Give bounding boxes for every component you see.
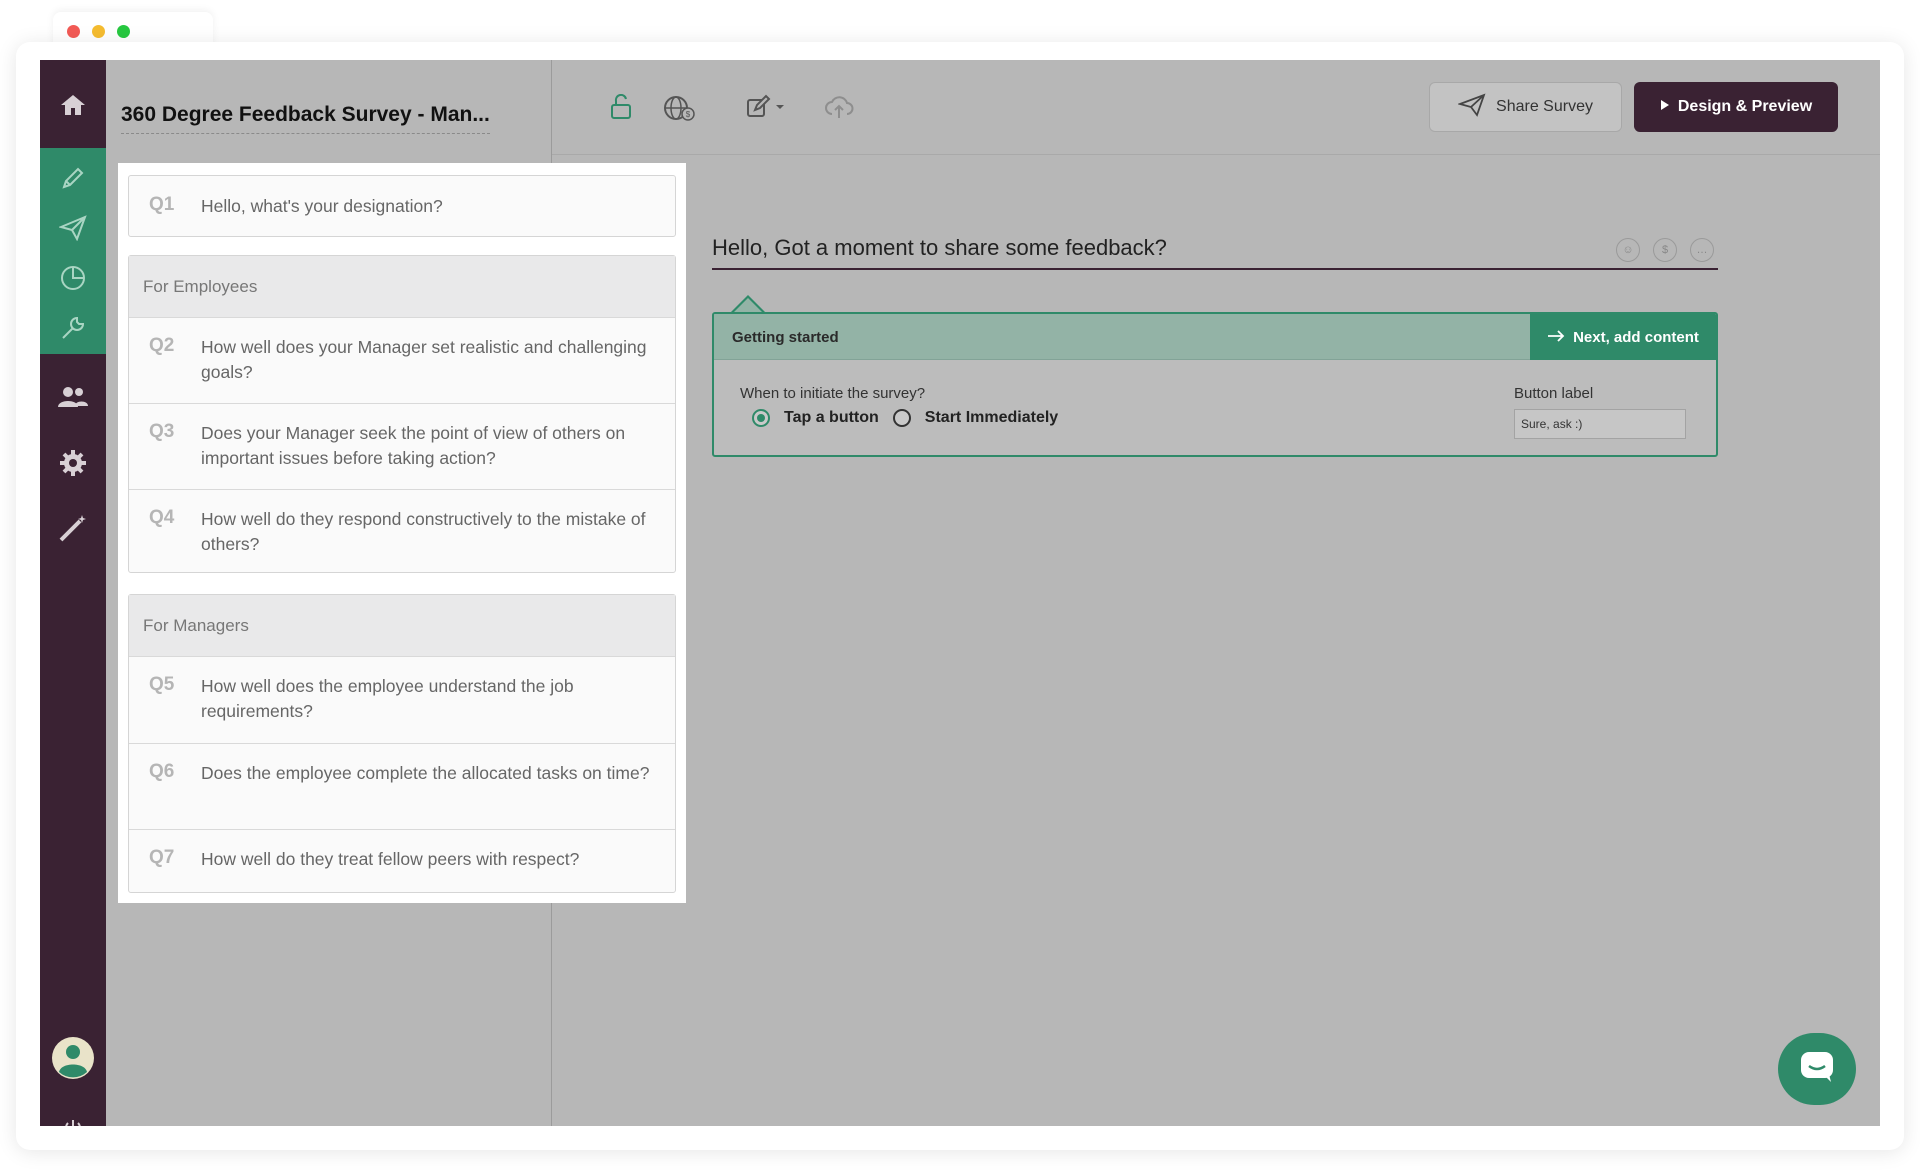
chat-icon xyxy=(1799,1050,1835,1089)
welcome-question-heading[interactable]: Hello, Got a moment to share some feedba… xyxy=(712,227,1718,270)
question-text: How well does your Manager set realistic… xyxy=(201,337,647,382)
getting-started-header: Getting started Next, add content xyxy=(714,314,1716,360)
side-nav xyxy=(40,60,106,1126)
nav-integrations[interactable] xyxy=(40,303,106,353)
button-label-input[interactable]: Sure, ask :) xyxy=(1514,409,1686,439)
chat-support-button[interactable] xyxy=(1778,1033,1856,1105)
question-card-q1[interactable]: Q1 Hello, what's your designation? xyxy=(128,175,676,237)
magic-wand-icon xyxy=(58,513,88,543)
browser-frame: 360 Degree Feedback Survey - Man... $ Sh… xyxy=(16,42,1904,1150)
paper-plane-icon xyxy=(1457,92,1486,122)
cloud-upload-icon[interactable] xyxy=(824,94,854,125)
question-text: Does your Manager seek the point of view… xyxy=(201,423,626,468)
question-row-q4[interactable]: Q4 How well do they respond constructive… xyxy=(129,489,675,572)
gear-icon xyxy=(59,449,87,477)
section-for-employees: For Employees Q2 How well does your Mana… xyxy=(128,255,676,573)
app-window: 360 Degree Feedback Survey - Man... $ Sh… xyxy=(40,60,1880,1126)
section-title[interactable]: For Managers xyxy=(129,595,675,657)
nav-settings[interactable] xyxy=(40,438,106,488)
radio-start-immediately-label[interactable]: Start Immediately xyxy=(925,409,1058,427)
section-for-managers: For Managers Q5 How well does the employ… xyxy=(128,594,676,893)
question-text: How well do they treat fellow peers with… xyxy=(201,849,580,869)
nav-logout[interactable] xyxy=(40,1103,106,1126)
nav-reports[interactable] xyxy=(40,253,106,303)
window-maximize-dot[interactable] xyxy=(117,25,130,38)
send-icon xyxy=(59,215,87,241)
home-icon xyxy=(60,93,86,117)
next-add-content-button[interactable]: Next, add content xyxy=(1530,314,1716,360)
play-icon xyxy=(1660,98,1670,116)
question-row-q5[interactable]: Q5 How well does the employee understand… xyxy=(129,657,675,743)
welcome-heading-text: Hello, Got a moment to share some feedba… xyxy=(712,235,1167,260)
initiate-survey-label: When to initiate the survey? xyxy=(740,385,926,402)
unlock-icon[interactable] xyxy=(608,93,634,125)
pencil-icon xyxy=(60,165,86,191)
question-row-q7[interactable]: Q7 How well do they treat fellow peers w… xyxy=(129,829,675,892)
radio-start-immediately[interactable] xyxy=(892,409,911,427)
arrow-right-icon xyxy=(1547,329,1565,346)
initiate-survey-options: Tap a button Start Immediately xyxy=(752,409,1072,427)
nav-users[interactable] xyxy=(40,372,106,422)
dollar-icon[interactable]: $ xyxy=(1653,238,1677,262)
question-row-q2[interactable]: Q2 How well does your Manager set realis… xyxy=(129,318,675,403)
users-icon xyxy=(57,386,89,408)
button-label-caption: Button label xyxy=(1514,385,1594,402)
question-list: Q1 Hello, what's your designation? For E… xyxy=(118,163,686,903)
share-survey-label: Share Survey xyxy=(1496,98,1593,115)
emoji-icon[interactable]: ☺ xyxy=(1616,238,1640,262)
power-icon xyxy=(62,1117,84,1126)
question-text: Hello, what's your designation? xyxy=(201,196,443,216)
window-close-dot[interactable] xyxy=(67,25,80,38)
question-number: Q5 xyxy=(149,674,175,695)
next-add-content-label: Next, add content xyxy=(1573,328,1699,346)
wrench-icon xyxy=(59,314,87,342)
svg-text:$: $ xyxy=(686,110,691,119)
nav-edit[interactable] xyxy=(40,153,106,203)
reports-icon xyxy=(59,264,87,292)
survey-title[interactable]: 360 Degree Feedback Survey - Man... xyxy=(121,103,490,134)
more-options-icon[interactable]: … xyxy=(1690,238,1714,262)
nav-magic[interactable] xyxy=(40,503,106,553)
window-minimize-dot[interactable] xyxy=(92,25,105,38)
question-row-q3[interactable]: Q3 Does your Manager seek the point of v… xyxy=(129,403,675,489)
question-number: Q6 xyxy=(149,761,175,782)
question-number: Q4 xyxy=(149,507,175,528)
getting-started-panel: Getting started Next, add content When t… xyxy=(712,312,1718,457)
radio-tap-a-button[interactable] xyxy=(752,409,770,427)
radio-tap-a-button-label[interactable]: Tap a button xyxy=(784,409,879,427)
question-number: Q3 xyxy=(149,421,175,442)
question-text: How well does the employee understand th… xyxy=(201,676,574,721)
question-row-q6[interactable]: Q6 Does the employee complete the alloca… xyxy=(129,743,675,829)
section-title[interactable]: For Employees xyxy=(129,256,675,318)
globe-icon[interactable]: $ xyxy=(662,94,696,127)
edit-icon[interactable] xyxy=(746,94,786,125)
question-number: Q7 xyxy=(149,847,175,868)
question-number: Q1 xyxy=(149,194,175,215)
question-text: Does the employee complete the allocated… xyxy=(201,763,650,783)
design-preview-button[interactable]: Design & Preview xyxy=(1634,82,1838,132)
question-text: How well do they respond constructively … xyxy=(201,509,646,554)
avatar-icon xyxy=(51,1036,95,1080)
getting-started-title: Getting started xyxy=(732,329,839,346)
design-preview-label: Design & Preview xyxy=(1677,98,1813,115)
nav-distribute[interactable] xyxy=(40,203,106,253)
heading-icons: ☺ $ … xyxy=(1616,238,1714,262)
share-survey-button[interactable]: Share Survey xyxy=(1429,82,1622,132)
question-number: Q2 xyxy=(149,335,175,356)
nav-profile[interactable] xyxy=(40,1033,106,1083)
nav-home[interactable] xyxy=(40,80,106,130)
